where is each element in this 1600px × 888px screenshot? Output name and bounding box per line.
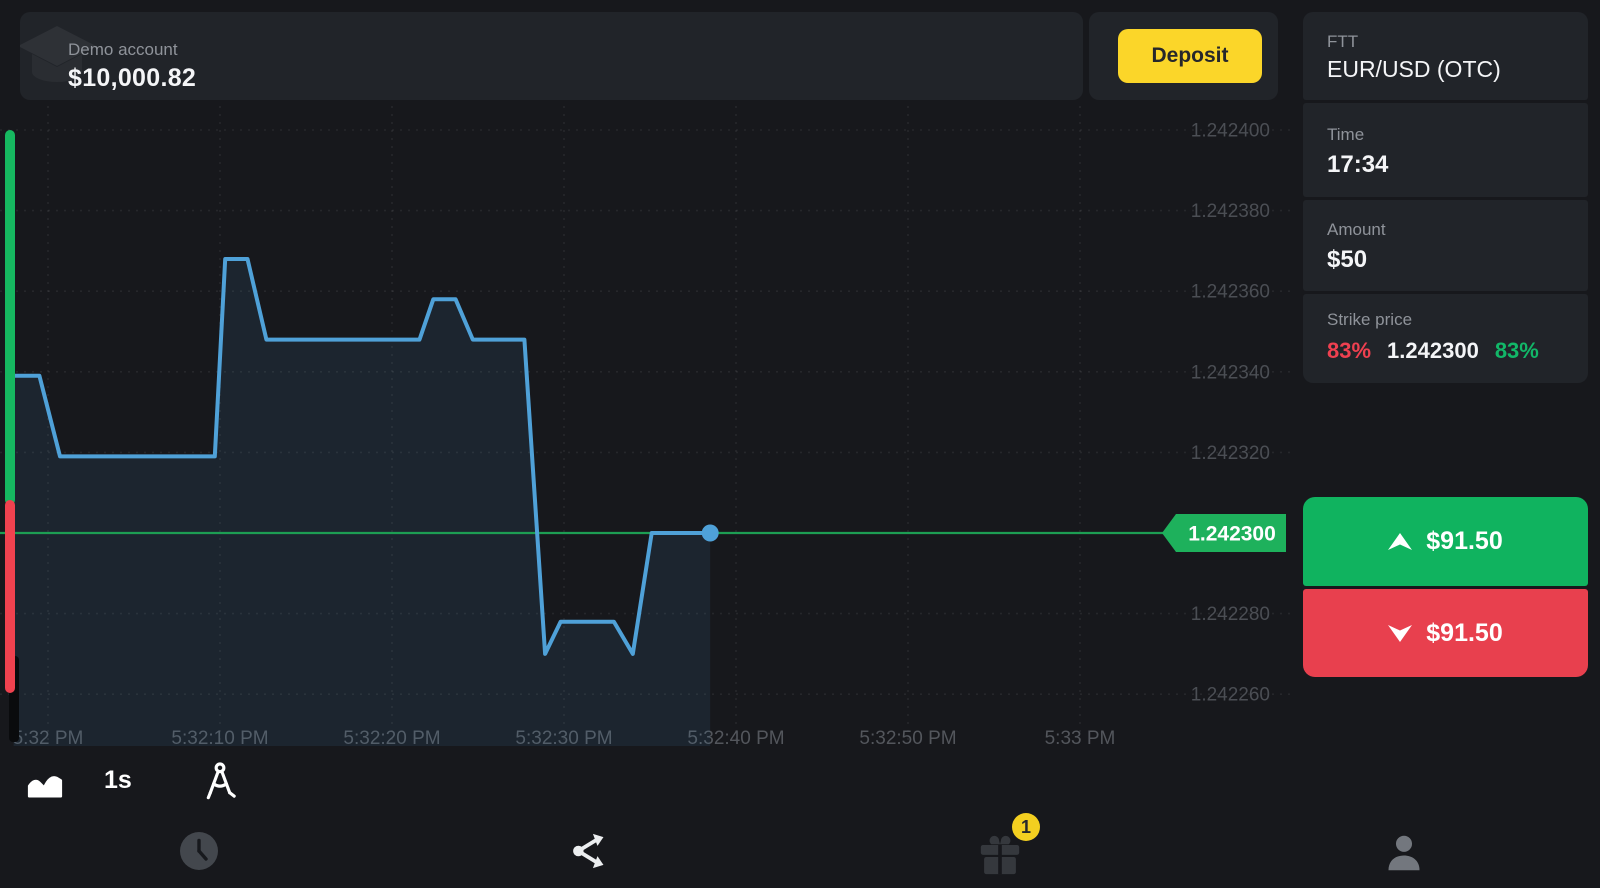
down-arrow-icon (1388, 625, 1412, 642)
trades-button[interactable] (569, 831, 611, 871)
history-clock-icon (177, 829, 221, 873)
gauge-green-bar (5, 130, 15, 505)
time-label: Time (1327, 125, 1364, 145)
strike-label: Strike price (1327, 310, 1412, 330)
up-arrow-icon (1388, 533, 1412, 550)
price-axis-label: 1.242360 (1191, 282, 1270, 303)
strike-value: 1.242300 (1387, 338, 1479, 364)
amount-value: $50 (1327, 246, 1367, 274)
account-balance: $10,000.82 (68, 64, 196, 93)
price-axis-label: 1.242340 (1191, 362, 1270, 383)
amount-card[interactable]: Amount $50 (1303, 200, 1588, 291)
price-axis-label: 1.242280 (1191, 604, 1270, 625)
time-value: 17:34 (1327, 151, 1388, 179)
price-axis-label: 1.242380 (1191, 201, 1270, 222)
compass-icon (200, 760, 240, 802)
price-axis-label: 1.242400 (1191, 121, 1270, 142)
price-axis-label: 1.242260 (1191, 685, 1270, 706)
buy-up-amount: $91.50 (1426, 527, 1502, 556)
payout-up-percent: 83% (1495, 338, 1539, 364)
strike-tag-value: 1.242300 (1188, 523, 1276, 546)
gauge-red-bar (5, 500, 15, 693)
strike-price-card[interactable]: Strike price 83% 1.242300 83% (1303, 294, 1588, 383)
payout-down-percent: 83% (1327, 338, 1371, 364)
profile-button[interactable] (1382, 831, 1426, 873)
area-chart-icon (26, 766, 64, 798)
interval-button[interactable]: 1s (104, 766, 132, 795)
gift-count-badge: 1 (1012, 813, 1040, 841)
deposit-button[interactable]: Deposit (1118, 29, 1262, 83)
chart-type-button[interactable] (26, 766, 64, 798)
asset-name: EUR/USD (OTC) (1327, 56, 1501, 83)
time-axis-label: 5:32:50 PM (859, 728, 956, 749)
gifts-button[interactable] (976, 834, 1024, 876)
amount-label: Amount (1327, 220, 1386, 240)
expiry-time-card[interactable]: Time 17:34 (1303, 103, 1588, 197)
gift-icon (976, 834, 1024, 876)
trades-share-icon (569, 831, 611, 871)
asset-type-label: FTT (1327, 32, 1358, 52)
time-axis-label: 5:33 PM (1045, 728, 1116, 749)
buy-down-button[interactable]: $91.50 (1303, 589, 1588, 677)
profile-icon (1382, 831, 1426, 873)
trade-history-button[interactable] (177, 829, 221, 873)
buy-down-amount: $91.50 (1426, 619, 1502, 648)
trading-app: 5:32 PM5:32:10 PM5:32:20 PM5:32:30 PM5:3… (0, 0, 1600, 888)
current-price-dot (702, 525, 719, 542)
price-axis-label: 1.242320 (1191, 443, 1270, 464)
drawing-tools-button[interactable] (200, 760, 240, 802)
price-area-fill (14, 259, 711, 746)
buy-up-button[interactable]: $91.50 (1303, 497, 1588, 586)
account-type-label: Demo account (68, 40, 178, 60)
account-switcher[interactable]: Demo account $10,000.82 (20, 12, 1083, 100)
asset-selector-card[interactable]: FTT EUR/USD (OTC) (1303, 12, 1588, 100)
